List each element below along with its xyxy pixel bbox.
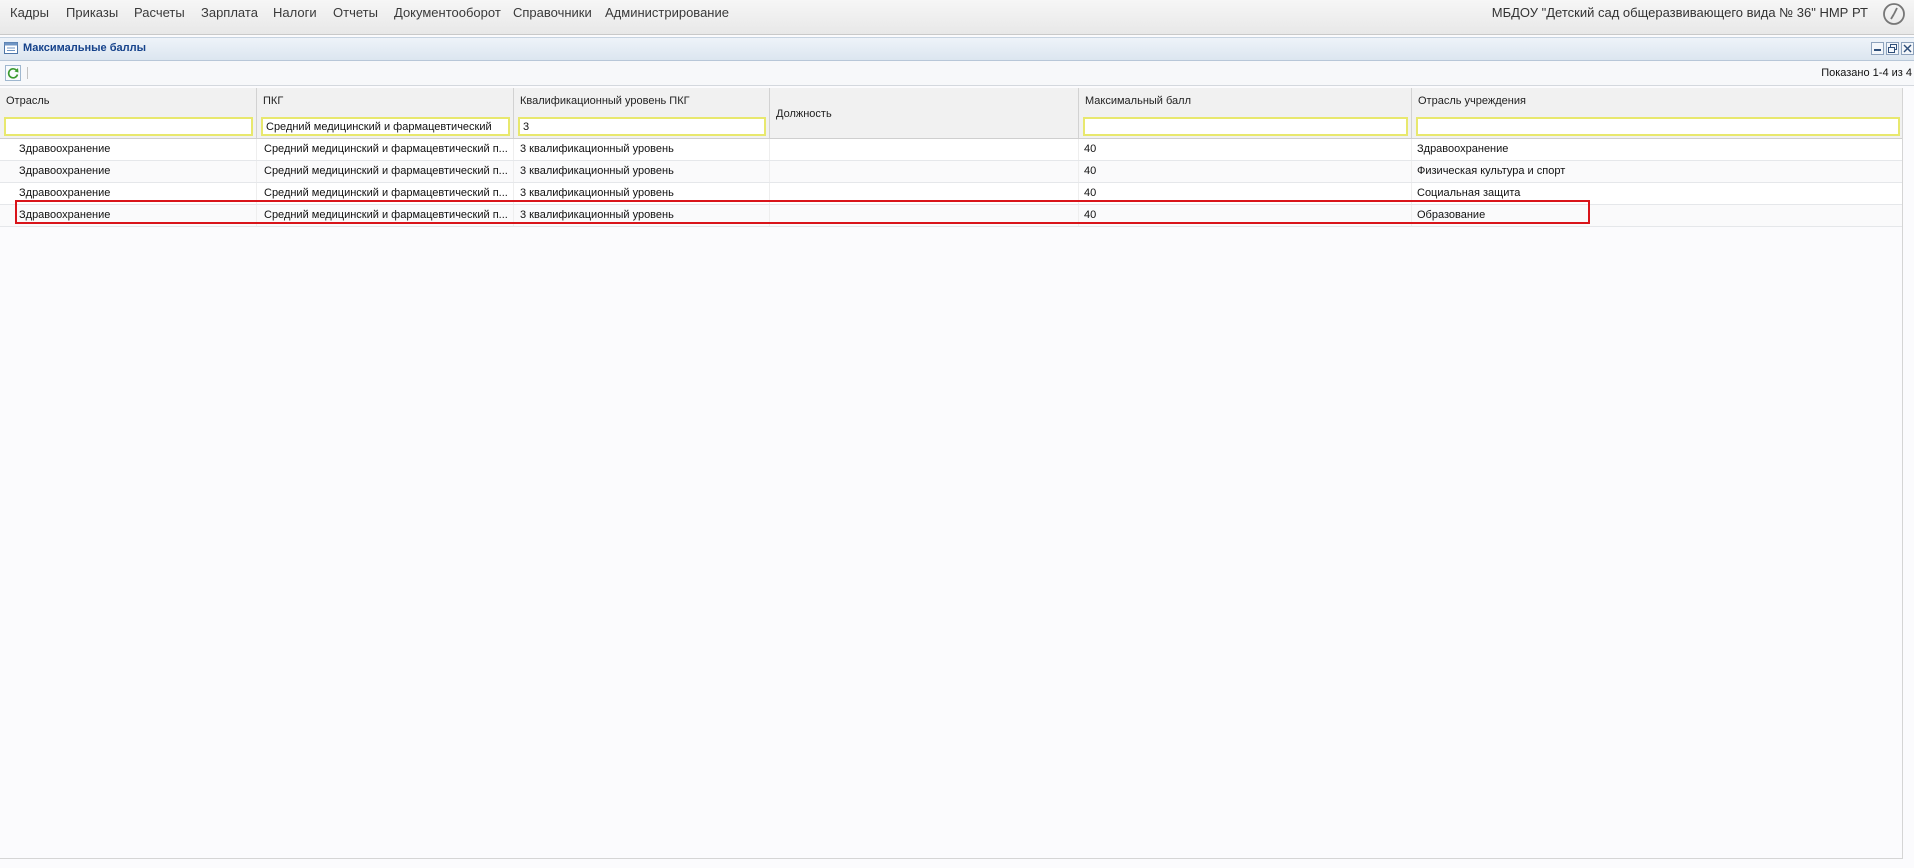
close-icon — [1903, 44, 1912, 53]
max-scores-grid: Отрасль ПКГ Квалификационный уровень ПКГ… — [0, 88, 1903, 859]
column-label-otrasl: Отрасль — [6, 95, 50, 107]
cell-inst: Социальная защита — [1417, 187, 1521, 199]
column-header-position[interactable]: Должность — [770, 88, 1079, 138]
menu-item-raschety[interactable]: Расчеты — [134, 5, 185, 21]
window-icon — [4, 42, 18, 54]
column-label-max: Максимальный балл — [1085, 95, 1191, 107]
column-label-inst: Отрасль учреждения — [1418, 95, 1526, 107]
close-button[interactable] — [1901, 42, 1914, 55]
cell-pkg: Средний медицинский и фармацевтический п… — [257, 139, 514, 160]
cell-otrasl: Здравоохранение — [0, 139, 257, 160]
restore-button[interactable] — [1886, 42, 1899, 55]
column-label-position: Должность — [776, 108, 832, 120]
menu-item-nalogi[interactable]: Налоги — [273, 5, 317, 21]
toolbar-separator — [27, 67, 28, 79]
refresh-icon — [7, 68, 19, 79]
cell-pkg: Средний медицинский и фармацевтический п… — [257, 183, 514, 204]
column-header-inst[interactable]: Отрасль учреждения — [1412, 88, 1902, 138]
cell-max: 40 — [1079, 205, 1412, 226]
cell-level: 3 квалификационный уровень — [514, 139, 770, 160]
column-header-pkg[interactable]: ПКГ — [257, 88, 514, 138]
filter-pkg[interactable] — [261, 117, 510, 136]
cell-max: 40 — [1079, 161, 1412, 182]
cell-pkg: Средний медицинский и фармацевтический п… — [257, 161, 514, 182]
restore-icon — [1888, 44, 1897, 53]
table-row[interactable]: Здравоохранение Средний медицинский и фа… — [0, 183, 1902, 205]
menu-item-zarplata[interactable]: Зарплата — [201, 5, 258, 21]
top-menu-bar: Кадры Приказы Расчеты Зарплата Налоги От… — [0, 0, 1914, 35]
minimize-button[interactable] — [1871, 42, 1884, 55]
window-title-bar: Максимальные баллы — [0, 37, 1914, 61]
table-row[interactable]: Здравоохранение Средний медицинский и фа… — [0, 161, 1902, 183]
menu-item-dokumentooborot[interactable]: Документооборот — [394, 5, 501, 21]
refresh-button[interactable] — [5, 65, 21, 81]
grid-body: Здравоохранение Средний медицинский и фа… — [0, 139, 1902, 227]
filter-level[interactable] — [518, 117, 766, 136]
cell-position — [770, 161, 1079, 182]
filter-otrasl[interactable] — [4, 117, 253, 136]
menu-item-kadry[interactable]: Кадры — [10, 5, 49, 21]
cell-level: 3 квалификационный уровень — [514, 161, 770, 182]
table-row-selected[interactable]: Здравоохранение Средний медицинский и фа… — [0, 205, 1902, 227]
filter-max[interactable] — [1083, 117, 1408, 136]
menu-item-otchety[interactable]: Отчеты — [333, 5, 378, 21]
cell-level: 3 квалификационный уровень — [514, 205, 770, 226]
window-title: Максимальные баллы — [23, 42, 147, 54]
filter-inst[interactable] — [1416, 117, 1900, 136]
column-header-level[interactable]: Квалификационный уровень ПКГ — [514, 88, 770, 138]
column-header-max[interactable]: Максимальный балл — [1079, 88, 1412, 138]
cell-position — [770, 139, 1079, 160]
cell-inst: Образование — [1417, 209, 1486, 221]
cell-position — [770, 183, 1079, 204]
column-label-pkg: ПКГ — [263, 95, 284, 107]
cell-max: 40 — [1079, 183, 1412, 204]
cell-max: 40 — [1079, 139, 1412, 160]
minimize-icon — [1874, 49, 1881, 51]
grid-toolbar: Показано 1-4 из 4 — [0, 61, 1914, 86]
menu-item-spravochniki[interactable]: Справочники — [513, 5, 592, 21]
cell-position — [770, 205, 1079, 226]
cell-pkg: Средний медицинский и фармацевтический п… — [257, 205, 514, 226]
organization-name: МБДОУ "Детский сад общеразвивающего вида… — [1491, 5, 1868, 20]
clock-icon[interactable] — [1882, 2, 1906, 26]
paging-info: Показано 1-4 из 4 — [1821, 67, 1912, 79]
cell-level: 3 квалификационный уровень — [514, 183, 770, 204]
cell-otrasl: Здравоохранение — [0, 161, 257, 182]
cell-inst: Здравоохранение — [1417, 143, 1509, 155]
cell-otrasl: Здравоохранение — [0, 183, 257, 204]
cell-otrasl: Здравоохранение — [0, 205, 257, 226]
table-row[interactable]: Здравоохранение Средний медицинский и фа… — [0, 139, 1902, 161]
menu-item-administrirovanie[interactable]: Администрирование — [605, 5, 729, 21]
cell-inst: Физическая культура и спорт — [1417, 165, 1566, 177]
grid-header: Отрасль ПКГ Квалификационный уровень ПКГ… — [0, 88, 1902, 139]
column-label-level: Квалификационный уровень ПКГ — [520, 95, 690, 107]
menu-item-prikazy[interactable]: Приказы — [66, 5, 118, 21]
column-header-otrasl[interactable]: Отрасль — [0, 88, 257, 138]
app-root: Кадры Приказы Расчеты Зарплата Налоги От… — [0, 0, 1914, 868]
